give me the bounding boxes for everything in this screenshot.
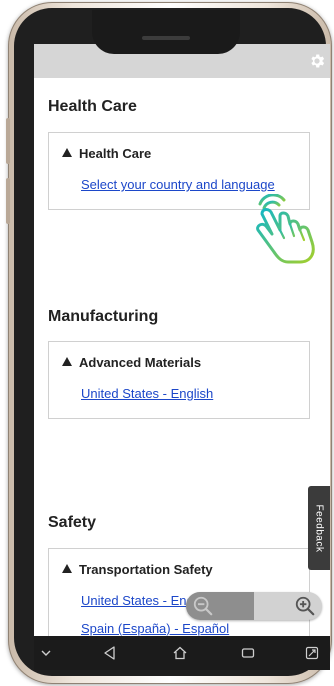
card-heading-label: Advanced Materials (79, 355, 202, 370)
section-title-health-care: Health Care (48, 98, 137, 115)
phone-screen: Health Care Health Care Select your coun… (34, 44, 330, 636)
card-heading[interactable]: Health Care (62, 146, 151, 161)
zoom-in-icon[interactable] (294, 595, 316, 617)
gear-icon[interactable] (308, 52, 326, 70)
select-country-language-link[interactable]: Select your country and language (81, 177, 275, 192)
card-heading-label: Health Care (79, 146, 152, 161)
camera-notch (92, 10, 240, 54)
united-states-english-link[interactable]: United States - English (81, 386, 213, 401)
navigation-bar (34, 636, 330, 670)
section-title-safety: Safety (48, 514, 97, 531)
caret-up-icon (62, 357, 72, 366)
spain-espanol-link[interactable]: Spain (España) - Español (81, 621, 229, 636)
zoom-out-icon[interactable] (192, 595, 214, 617)
power-button (6, 178, 10, 224)
caret-up-icon (62, 564, 72, 573)
chevron-down-icon[interactable] (38, 645, 54, 661)
back-icon[interactable] (102, 645, 118, 661)
home-icon[interactable] (172, 645, 188, 661)
card-heading[interactable]: Transportation Safety (62, 562, 213, 577)
caret-up-icon (62, 148, 72, 157)
feedback-label: Feedback (313, 504, 325, 552)
card-advanced-materials: Advanced Materials United States - Engli… (48, 341, 310, 419)
card-heading[interactable]: Advanced Materials (62, 355, 201, 370)
volume-button (6, 118, 10, 164)
card-heading-label: Transportation Safety (79, 562, 213, 577)
section-title-manufacturing: Manufacturing (48, 308, 159, 325)
rotate-icon[interactable] (304, 645, 320, 661)
recents-icon[interactable] (240, 645, 256, 661)
feedback-tab[interactable]: Feedback (308, 486, 330, 570)
speaker-grille (142, 36, 190, 40)
tap-hand-icon (256, 194, 315, 264)
zoom-control (186, 592, 322, 620)
